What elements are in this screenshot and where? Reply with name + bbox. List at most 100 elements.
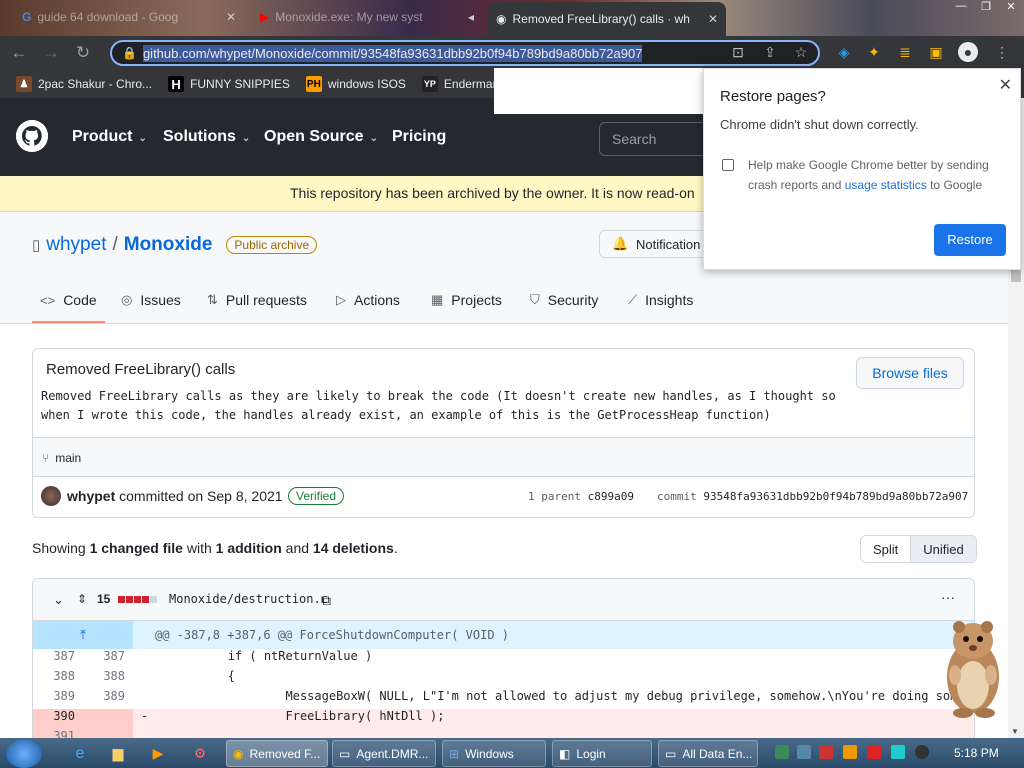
parent-sha-link[interactable]: c899a09 [588, 490, 634, 503]
profile-avatar-icon[interactable]: ● [958, 42, 978, 62]
file-path[interactable]: Monoxide/destruction.c [169, 592, 328, 606]
repo-icon: ▯ [32, 237, 41, 254]
change-count: 15 [97, 592, 111, 606]
system-clock[interactable]: 5:18 PM [954, 746, 999, 760]
extension-icon[interactable]: ◈ [834, 42, 854, 62]
verified-badge[interactable]: Verified [288, 487, 345, 505]
browser-tab[interactable]: ▶ Monoxide.exe: My new syst ◂ [252, 2, 482, 32]
browser-tab[interactable]: G guide 64 download - Goog ✕ [14, 2, 244, 32]
dialog-title: Restore pages? [720, 88, 826, 105]
internet-explorer-icon[interactable]: e [62, 740, 98, 767]
youtube-icon: ▶ [260, 10, 270, 24]
nav-pricing[interactable]: Pricing [392, 128, 446, 146]
browser-tab-strip: G guide 64 download - Goog ✕ ▶ Monoxide.… [0, 0, 1024, 36]
chevron-down-icon[interactable]: ⌄ [53, 592, 64, 608]
tray-icon[interactable] [775, 745, 789, 759]
tray-icon[interactable] [891, 745, 905, 759]
taskbar-item[interactable]: ▭ All Data En... [658, 740, 758, 767]
file-explorer-icon[interactable]: ▆ [100, 740, 136, 767]
address-bar[interactable]: 🔒 github.com/whypet/Monoxide/commit/9354… [110, 40, 820, 66]
nav-solutions[interactable]: Solutions ⌄ [163, 128, 250, 146]
taskbar-item[interactable]: ⊞ Windows [442, 740, 546, 767]
taskbar-item[interactable]: ◧ Login [552, 740, 652, 767]
nav-open-source[interactable]: Open Source ⌄ [264, 128, 378, 146]
reload-icon[interactable]: ↻ [70, 40, 96, 66]
taskbar-item[interactable]: ▭ Agent.DMR... [332, 740, 436, 767]
tab-issues[interactable]: ◎ Issues [121, 292, 181, 308]
tab-insights[interactable]: ⟋ Insights [628, 292, 693, 308]
tab-code[interactable]: <> Code [40, 292, 97, 308]
google-icon: G [22, 10, 32, 24]
copy-icon[interactable]: ⧉ [321, 592, 331, 609]
google-lens-icon[interactable]: ⊡ [728, 42, 748, 62]
branch-name[interactable]: main [55, 451, 81, 465]
bookmark-item[interactable]: H FUNNY SNIPPIES [160, 76, 298, 92]
taskbar-item-chrome[interactable]: ◉ Removed F... [226, 740, 328, 767]
tab-pull-requests[interactable]: ⇅ Pull requests [207, 292, 307, 308]
tab-projects[interactable]: ▦ Projects [431, 292, 502, 308]
bookmark-star-icon[interactable]: ☆ [791, 42, 811, 62]
author-link[interactable]: whypet [67, 488, 115, 504]
taskbar-label: Windows [465, 746, 514, 761]
repo-owner-link[interactable]: whypet [46, 234, 106, 256]
author-avatar[interactable] [41, 486, 61, 506]
tray-icon[interactable] [915, 745, 929, 759]
media-player-icon[interactable]: ▶ [140, 740, 176, 767]
puzzle-extension-icon[interactable]: ✦ [864, 42, 884, 62]
usage-statistics-link[interactable]: usage statistics [845, 178, 927, 192]
mute-tab-icon[interactable]: ◂ [468, 10, 474, 24]
repo-name-link[interactable]: Monoxide [124, 234, 213, 256]
close-tab-icon[interactable]: ✕ [708, 12, 718, 26]
bookmark-item[interactable]: ♟ 2pac Shakur - Chro... [8, 76, 160, 92]
split-view-button[interactable]: Split [861, 536, 910, 562]
file-header: ⌄ ⇕ 15 Monoxide/destruction.c ⧉ ··· [33, 579, 974, 621]
expand-all-icon[interactable]: ⇕ [77, 592, 87, 606]
help-improve-text: Help make Google Chrome better by sendin… [748, 158, 989, 192]
browse-files-button[interactable]: Browse files [856, 357, 964, 389]
kebab-menu-icon[interactable]: ⋮ [992, 42, 1012, 62]
url-text[interactable]: github.com/whypet/Monoxide/commit/93548f… [142, 44, 643, 62]
minimize-icon[interactable]: — [950, 0, 972, 16]
close-window-icon[interactable]: ✕ [1000, 0, 1022, 16]
github-logo-icon[interactable] [16, 120, 48, 152]
dialog-subtitle: Chrome didn't shut down correctly. [720, 117, 919, 132]
scrollbar-thumb[interactable] [1011, 270, 1021, 282]
scroll-down-arrow-icon[interactable]: ▼ [1011, 727, 1019, 736]
side-panel-icon[interactable]: ▣ [926, 42, 946, 62]
tray-icon[interactable] [867, 745, 881, 759]
changed-files-count[interactable]: 1 changed file [90, 540, 183, 556]
share-icon[interactable]: ⇪ [760, 42, 780, 62]
nav-product[interactable]: Product ⌄ [72, 128, 147, 146]
restore-button[interactable]: Restore [934, 224, 1006, 256]
help-improve-checkbox[interactable] [722, 159, 734, 171]
back-icon[interactable]: ← [6, 40, 32, 66]
tab-security[interactable]: ⛉ Security [530, 292, 598, 308]
chrome-icon: ◉ [233, 746, 244, 761]
close-tab-icon[interactable]: ✕ [226, 10, 236, 24]
window-icon: ▭ [665, 746, 677, 761]
reading-list-icon[interactable]: ≣ [895, 42, 915, 62]
browser-tab-active[interactable]: ◉ Removed FreeLibrary() calls · wh ✕ [488, 2, 726, 36]
notifications-label: Notification [636, 237, 701, 252]
restore-window-icon[interactable]: ❐ [975, 0, 997, 16]
forward-icon[interactable]: → [38, 40, 64, 66]
hamster-desktop-pet[interactable] [935, 615, 1010, 720]
start-button[interactable] [6, 740, 42, 768]
more-options-icon[interactable]: ··· [941, 589, 955, 605]
tray-icon[interactable] [843, 745, 857, 759]
lock-icon[interactable]: 🔒 [122, 46, 137, 60]
tray-icon[interactable] [819, 745, 833, 759]
notifications-button[interactable]: 🔔 Notification [599, 230, 719, 258]
archive-banner-text: This repository has been archived by the… [290, 185, 695, 201]
bookmark-item[interactable]: PH windows ISOS [298, 76, 414, 92]
expand-up-icon[interactable]: ⤒ [33, 621, 133, 649]
h-logo-icon: H [168, 76, 185, 92]
close-icon[interactable]: ✕ [999, 75, 1012, 95]
diff-line: 388 388 { [53, 669, 235, 683]
commit-description: Removed FreeLibrary calls as they are li… [41, 389, 836, 422]
tab-actions[interactable]: ▷ Actions [336, 292, 400, 308]
app-pinned-icon[interactable]: ⚙ [182, 740, 218, 767]
tray-icon[interactable] [797, 745, 811, 759]
unified-view-button[interactable]: Unified [910, 536, 976, 562]
bookmark-label: windows ISOS [327, 77, 406, 91]
